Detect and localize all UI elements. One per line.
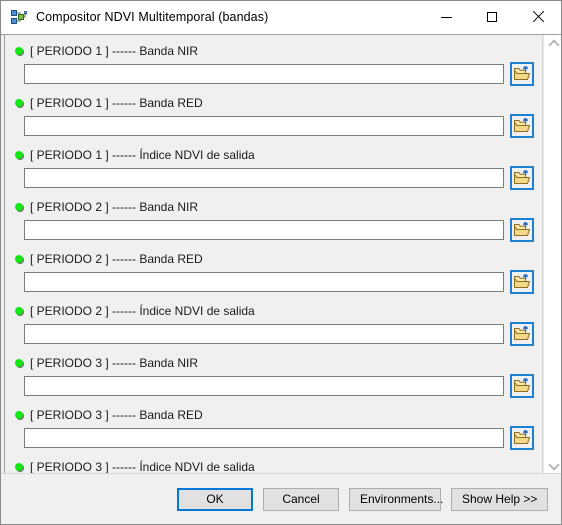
parameter-label: [ PERIODO 1 ] ------ Banda NIR <box>30 44 198 58</box>
browse-button[interactable] <box>510 166 534 190</box>
show-help-button[interactable]: Show Help >> <box>451 488 548 511</box>
browse-button[interactable] <box>510 114 534 138</box>
scrollbar-thumb[interactable] <box>544 52 561 456</box>
required-dot-icon <box>15 411 23 419</box>
parameter-header: [ PERIODO 1 ] ------ Índice NDVI de sali… <box>14 146 542 163</box>
parameter-header: [ PERIODO 1 ] ------ Banda NIR <box>14 42 542 59</box>
required-dot-icon <box>15 359 23 367</box>
parameter-panel: [ PERIODO 1 ] ------ Banda NIR <box>4 35 543 473</box>
scroll-down-button[interactable] <box>544 456 561 473</box>
open-folder-icon <box>514 222 530 238</box>
environments-button[interactable]: Environments... <box>349 488 441 511</box>
browse-button[interactable] <box>510 374 534 398</box>
parameter-row: [ PERIODO 2 ] ------ Banda RED <box>5 250 542 294</box>
maximize-button[interactable] <box>469 1 515 33</box>
browse-button[interactable] <box>510 62 534 86</box>
parameter-header: [ PERIODO 2 ] ------ Banda NIR <box>14 198 542 215</box>
open-folder-icon <box>514 170 530 186</box>
required-dot-icon <box>15 99 23 107</box>
parameter-input[interactable] <box>24 324 504 344</box>
parameter-header: [ PERIODO 2 ] ------ Índice NDVI de sali… <box>14 302 542 319</box>
parameter-row: [ PERIODO 3 ] ------ Banda RED <box>5 406 542 450</box>
open-folder-icon <box>514 66 530 82</box>
parameter-input-row <box>14 374 542 398</box>
parameter-header: [ PERIODO 2 ] ------ Banda RED <box>14 250 542 267</box>
parameter-input-row <box>14 166 542 190</box>
browse-button[interactable] <box>510 270 534 294</box>
chevron-up-icon <box>549 41 557 46</box>
browse-button[interactable] <box>510 426 534 450</box>
open-folder-icon <box>514 118 530 134</box>
open-folder-icon <box>514 326 530 342</box>
parameter-label: [ PERIODO 2 ] ------ Banda NIR <box>30 200 198 214</box>
browse-button[interactable] <box>510 322 534 346</box>
parameter-input-row <box>14 270 542 294</box>
parameter-label: [ PERIODO 1 ] ------ Banda RED <box>30 96 203 110</box>
parameter-label: [ PERIODO 1 ] ------ Índice NDVI de sali… <box>30 148 255 162</box>
parameter-input[interactable] <box>24 428 504 448</box>
parameter-label: [ PERIODO 3 ] ------ Banda NIR <box>30 356 198 370</box>
parameter-row: [ PERIODO 1 ] ------ Índice NDVI de sali… <box>5 146 542 190</box>
title-bar: Compositor NDVI Multitemporal (bandas) <box>1 1 561 34</box>
parameter-label: [ PERIODO 3 ] ------ Banda RED <box>30 408 203 422</box>
parameter-input[interactable] <box>24 168 504 188</box>
window-title: Compositor NDVI Multitemporal (bandas) <box>36 10 268 24</box>
required-dot-icon <box>15 463 23 471</box>
required-dot-icon <box>15 203 23 211</box>
required-dot-icon <box>15 307 23 315</box>
scroll-up-button[interactable] <box>544 35 561 52</box>
parameter-panel-wrap: [ PERIODO 1 ] ------ Banda NIR <box>1 34 561 473</box>
parameter-label: [ PERIODO 2 ] ------ Banda RED <box>30 252 203 266</box>
parameter-input-row <box>14 322 542 346</box>
parameter-input-row <box>14 62 542 86</box>
maximize-icon <box>487 12 497 22</box>
browse-button[interactable] <box>510 218 534 242</box>
parameter-header: [ PERIODO 1 ] ------ Banda RED <box>14 94 542 111</box>
parameter-input-row <box>14 426 542 450</box>
chevron-down-icon <box>549 462 557 467</box>
parameter-label: [ PERIODO 2 ] ------ Índice NDVI de sali… <box>30 304 255 318</box>
required-dot-icon <box>15 47 23 55</box>
parameter-row: [ PERIODO 2 ] ------ Índice NDVI de sali… <box>5 302 542 346</box>
cancel-button[interactable]: Cancel <box>263 488 339 511</box>
parameter-row: [ PERIODO 3 ] ------ Banda NIR <box>5 354 542 398</box>
parameter-row: [ PERIODO 1 ] ------ Banda NIR <box>5 42 542 86</box>
parameter-input[interactable] <box>24 64 504 84</box>
window-controls <box>423 1 561 33</box>
ok-button[interactable]: OK <box>177 488 253 511</box>
required-dot-icon <box>15 255 23 263</box>
parameter-row: [ PERIODO 1 ] ------ Banda RED <box>5 94 542 138</box>
dialog-button-bar: OK Cancel Environments... Show Help >> <box>1 473 561 524</box>
parameter-header: [ PERIODO 3 ] ------ Banda RED <box>14 406 542 423</box>
open-folder-icon <box>514 430 530 446</box>
scrollbar-track[interactable] <box>544 52 561 456</box>
parameter-input[interactable] <box>24 272 504 292</box>
minimize-icon <box>441 17 452 18</box>
dialog-window: Compositor NDVI Multitemporal (bandas) [… <box>0 0 562 525</box>
required-dot-icon <box>15 151 23 159</box>
parameter-row: [ PERIODO 2 ] ------ Banda NIR <box>5 198 542 242</box>
close-icon <box>532 11 544 23</box>
parameter-input[interactable] <box>24 376 504 396</box>
close-button[interactable] <box>515 1 561 33</box>
parameter-label: [ PERIODO 3 ] ------ Índice NDVI de sali… <box>30 460 255 474</box>
parameter-input-row <box>14 218 542 242</box>
parameter-input[interactable] <box>24 220 504 240</box>
parameter-row: [ PERIODO 3 ] ------ Índice NDVI de sali… <box>5 458 542 473</box>
open-folder-icon <box>514 274 530 290</box>
parameter-header: [ PERIODO 3 ] ------ Banda NIR <box>14 354 542 371</box>
parameter-input-row <box>14 114 542 138</box>
model-tool-icon <box>11 9 27 25</box>
minimize-button[interactable] <box>423 1 469 33</box>
parameter-input[interactable] <box>24 116 504 136</box>
parameter-header: [ PERIODO 3 ] ------ Índice NDVI de sali… <box>14 458 542 473</box>
open-folder-icon <box>514 378 530 394</box>
vertical-scrollbar[interactable] <box>543 35 561 473</box>
